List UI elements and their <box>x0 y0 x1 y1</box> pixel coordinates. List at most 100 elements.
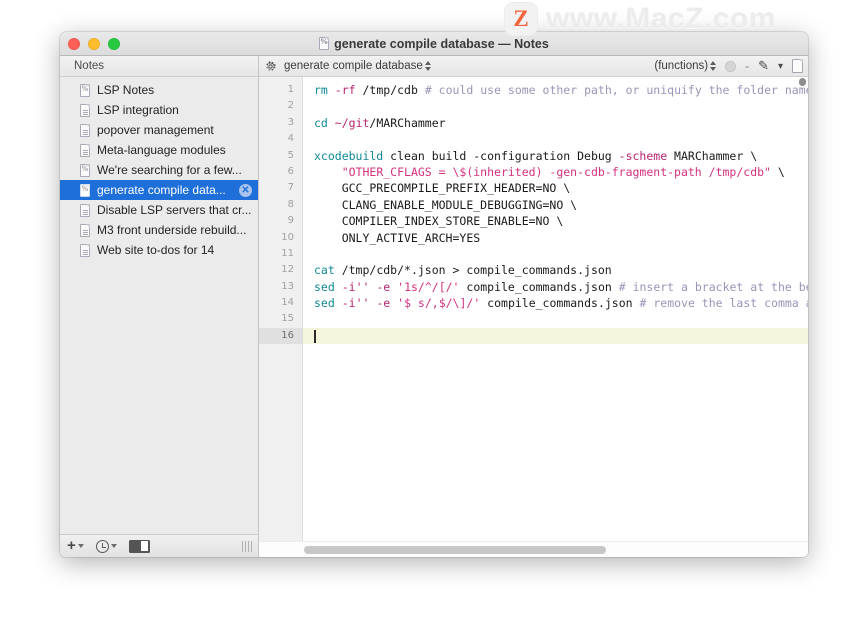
list-item[interactable]: Web site to-dos for 14 <box>60 240 258 260</box>
code-token-str: '$ s/,$/\]/' <box>397 296 481 311</box>
list-item[interactable]: LSP Notes <box>60 80 258 100</box>
code-line: "OTHER_CFLAGS = \$(inherited) -gen-cdb-f… <box>303 164 808 180</box>
new-document-icon[interactable] <box>792 59 803 73</box>
code-token-cmt: # remove the last comma an <box>639 296 809 311</box>
list-item[interactable]: Disable LSP servers that cr... <box>60 200 258 220</box>
sidebar-header: Notes <box>60 56 258 77</box>
code-token-plain: /tmp/cdb/*.json > compile_commands.json <box>334 263 612 278</box>
window-titlebar: generate compile database — Notes <box>60 32 808 56</box>
functions-popup[interactable]: (functions) <box>654 60 717 72</box>
script-document-icon <box>80 163 90 177</box>
line-number: 1 <box>287 84 294 95</box>
vertical-scrollbar-thumb[interactable] <box>799 78 806 86</box>
code-token-cmt: # insert a bracket at the beg <box>618 279 808 294</box>
gray-status-dot <box>725 60 737 72</box>
window-body: Notes LSP Notes LSP integration popover … <box>60 56 808 557</box>
code-token-plain: ONLY_ACTIVE_ARCH=YES <box>314 230 481 245</box>
code-token-plain: compile_commands.json <box>459 279 619 294</box>
code-token-flag: ~/git <box>334 115 370 130</box>
watermark: Z www.MacZ.com <box>505 2 776 36</box>
code-token-cmd: xcodebuild <box>314 148 384 163</box>
code-token-plain: clean build -configuration Debug <box>383 148 619 163</box>
list-item[interactable]: LSP integration <box>60 100 258 120</box>
code-token-plain: COMPILER_INDEX_STORE_ENABLE=NO \ <box>314 214 564 229</box>
list-item-label: Meta-language modules <box>97 143 226 157</box>
stepper-icon[interactable] <box>424 61 431 71</box>
toggle-panel-button[interactable] <box>128 539 150 553</box>
chevron-down-icon[interactable]: ▾ <box>778 61 783 72</box>
code-token-cmd: cd <box>314 115 328 130</box>
code-token-plain: GCC_PRECOMPILE_PREFIX_HEADER=NO \ <box>314 181 571 196</box>
stepper-icon[interactable] <box>710 61 717 71</box>
line-number-gutter: 1 2 3 4 5 6 7 8 9 10 11 12 13 14 15 16 <box>259 77 303 541</box>
vertical-scrollbar[interactable] <box>798 77 807 541</box>
list-item[interactable]: popover management <box>60 120 258 140</box>
text-document-icon <box>80 243 90 257</box>
code-line: rm -rf /tmp/cdb # could use some other p… <box>303 82 808 98</box>
text-document-icon <box>80 143 90 157</box>
text-document-icon <box>80 223 90 237</box>
code-text-area[interactable]: rm -rf /tmp/cdb # could use some other p… <box>303 77 808 541</box>
code-line: GCC_PRECOMPILE_PREFIX_HEADER=NO \ <box>303 180 808 196</box>
list-item-label: LSP integration <box>97 103 179 117</box>
watermark-text: www.MacZ.com <box>546 2 776 35</box>
history-button[interactable] <box>95 539 117 553</box>
resize-grip[interactable] <box>241 540 252 552</box>
editor-toolbar: generate compile database (functions) - … <box>259 56 808 77</box>
document-title-popup[interactable]: generate compile database <box>284 60 431 72</box>
code-token-str: "OTHER_CFLAGS = \$(inherited) -gen-cdb-f… <box>341 164 771 179</box>
note-list[interactable]: LSP Notes LSP integration popover manage… <box>60 77 258 534</box>
text-document-icon <box>80 203 90 217</box>
line-number: 3 <box>287 116 294 128</box>
list-item-label: Web site to-dos for 14 <box>97 243 215 257</box>
text-document-icon <box>80 123 90 137</box>
list-item-selected[interactable]: generate compile data... ✕ <box>60 180 258 200</box>
text-document-icon <box>80 103 90 117</box>
horizontal-scrollbar-thumb[interactable] <box>304 545 606 554</box>
list-item-label: generate compile data... <box>97 183 226 197</box>
horizontal-scrollbar[interactable] <box>259 541 808 557</box>
delete-note-icon[interactable]: ✕ <box>239 183 252 197</box>
line-number: 8 <box>287 198 294 210</box>
notes-window: generate compile database — Notes Notes … <box>60 32 808 557</box>
list-item[interactable]: M3 front underside rebuild... <box>60 220 258 240</box>
list-item-label: Disable LSP servers that cr... <box>97 203 252 217</box>
list-item-label: LSP Notes <box>97 83 155 97</box>
text-cursor <box>314 330 316 343</box>
script-document-icon <box>80 83 90 97</box>
code-token-plain: /tmp/cdb <box>355 83 425 97</box>
functions-popup-label: (functions) <box>654 60 709 72</box>
code-token-plain: CLANG_ENABLE_MODULE_DEBUGGING=NO \ <box>314 197 578 212</box>
editor-toolbar-right: (functions) - ✎ ▾ <box>654 58 803 74</box>
list-item[interactable]: Meta-language modules <box>60 140 258 160</box>
line-number: 11 <box>281 247 294 259</box>
code-line: xcodebuild clean build -configuration De… <box>303 148 808 164</box>
toolbar-dash: - <box>745 59 750 73</box>
code-token-cmd: rm <box>314 83 328 97</box>
list-item[interactable]: We're searching for a few... <box>60 160 258 180</box>
gear-icon[interactable] <box>264 60 277 73</box>
code-token-flag: -i'' <box>341 279 370 294</box>
add-note-button[interactable]: + <box>67 538 84 553</box>
code-editor[interactable]: 1 2 3 4 5 6 7 8 9 10 11 12 13 14 15 16 rm -rf /tmp/cdb … <box>259 77 808 541</box>
line-number: 16 <box>259 327 302 345</box>
list-item-label: M3 front underside rebuild... <box>97 223 247 237</box>
window-title: generate compile database — Notes <box>60 32 808 55</box>
macz-logo-icon: Z <box>505 3 537 35</box>
code-line: CLANG_ENABLE_MODULE_DEBUGGING=NO \ <box>303 197 808 213</box>
line-number: 2 <box>287 100 294 112</box>
code-line: cd ~/git/MARChammer <box>303 115 808 131</box>
pen-icon[interactable]: ✎ <box>758 58 769 74</box>
code-token-str: '1s/^/[/' <box>397 279 460 294</box>
document-title-text: generate compile database <box>284 60 423 72</box>
line-number: 7 <box>287 182 294 194</box>
